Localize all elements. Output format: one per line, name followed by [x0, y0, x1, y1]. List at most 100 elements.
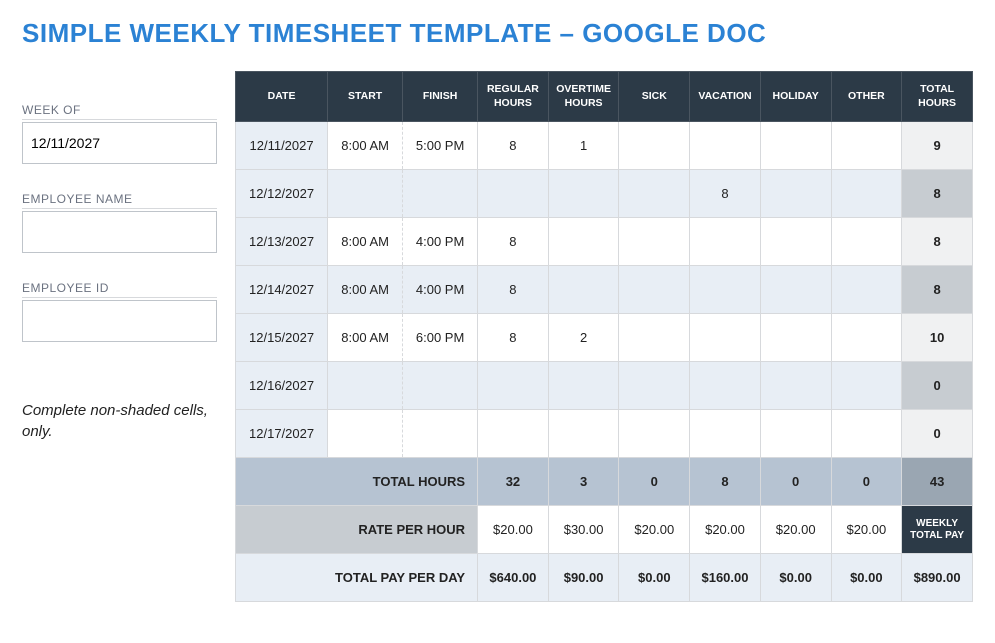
cell-regular[interactable]: 8	[478, 314, 549, 362]
timesheet-table: DATE START FINISH REGULAR HOURS OVERTIME…	[235, 71, 973, 602]
cell-sick[interactable]	[619, 314, 690, 362]
cell-start[interactable]: 8:00 AM	[328, 266, 403, 314]
cell-finish[interactable]: 4:00 PM	[403, 266, 478, 314]
cell-total: 8	[902, 266, 973, 314]
cell-start[interactable]: 8:00 AM	[328, 122, 403, 170]
rate-vacation[interactable]: $20.00	[690, 506, 761, 554]
total-pay-regular: $640.00	[478, 554, 549, 602]
cell-overtime[interactable]	[548, 266, 619, 314]
week-of-label: WEEK OF	[22, 103, 217, 120]
cell-vacation[interactable]	[690, 122, 761, 170]
header-total: TOTAL HOURS	[902, 72, 973, 122]
header-sick: SICK	[619, 72, 690, 122]
cell-total: 8	[902, 170, 973, 218]
cell-total: 0	[902, 362, 973, 410]
week-of-group: WEEK OF	[22, 103, 217, 164]
cell-other[interactable]	[831, 314, 902, 362]
weekly-total-pay-label: WEEKLY TOTAL PAY	[902, 506, 973, 554]
employee-name-input[interactable]	[22, 211, 217, 253]
cell-finish[interactable]: 4:00 PM	[403, 218, 478, 266]
cell-total: 0	[902, 410, 973, 458]
cell-start[interactable]	[328, 410, 403, 458]
total-pay-sick: $0.00	[619, 554, 690, 602]
total-pay-row: TOTAL PAY PER DAY $640.00 $90.00 $0.00 $…	[236, 554, 973, 602]
cell-overtime[interactable]	[548, 218, 619, 266]
cell-finish[interactable]	[403, 170, 478, 218]
cell-sick[interactable]	[619, 362, 690, 410]
table-row: 12/16/2027 0	[236, 362, 973, 410]
cell-overtime[interactable]: 1	[548, 122, 619, 170]
cell-total: 9	[902, 122, 973, 170]
employee-id-input[interactable]	[22, 300, 217, 342]
table-row: 12/12/2027 8 8	[236, 170, 973, 218]
total-pay-label: TOTAL PAY PER DAY	[236, 554, 478, 602]
cell-other[interactable]	[831, 266, 902, 314]
cell-holiday[interactable]	[760, 362, 831, 410]
rate-other[interactable]: $20.00	[831, 506, 902, 554]
cell-start[interactable]: 8:00 AM	[328, 314, 403, 362]
total-pay-other: $0.00	[831, 554, 902, 602]
table-row: 12/13/20278:00 AM4:00 PM88	[236, 218, 973, 266]
cell-regular[interactable]	[478, 410, 549, 458]
cell-vacation[interactable]	[690, 362, 761, 410]
header-overtime: OVERTIME HOURS	[548, 72, 619, 122]
rate-regular[interactable]: $20.00	[478, 506, 549, 554]
cell-vacation[interactable]: 8	[690, 170, 761, 218]
cell-sick[interactable]	[619, 266, 690, 314]
cell-start[interactable]: 8:00 AM	[328, 218, 403, 266]
cell-regular[interactable]	[478, 362, 549, 410]
cell-holiday[interactable]	[760, 410, 831, 458]
rate-holiday[interactable]: $20.00	[760, 506, 831, 554]
cell-other[interactable]	[831, 218, 902, 266]
cell-overtime[interactable]: 2	[548, 314, 619, 362]
cell-holiday[interactable]	[760, 122, 831, 170]
cell-other[interactable]	[831, 122, 902, 170]
table-row: 12/14/20278:00 AM4:00 PM88	[236, 266, 973, 314]
cell-other[interactable]	[831, 362, 902, 410]
rate-sick[interactable]: $20.00	[619, 506, 690, 554]
header-finish: FINISH	[403, 72, 478, 122]
cell-finish[interactable]: 5:00 PM	[403, 122, 478, 170]
cell-other[interactable]	[831, 170, 902, 218]
cell-regular[interactable]: 8	[478, 266, 549, 314]
page-title: SIMPLE WEEKLY TIMESHEET TEMPLATE – GOOGL…	[22, 18, 973, 49]
cell-finish[interactable]	[403, 410, 478, 458]
rate-overtime[interactable]: $30.00	[548, 506, 619, 554]
cell-vacation[interactable]	[690, 314, 761, 362]
cell-sick[interactable]	[619, 170, 690, 218]
week-of-input[interactable]	[22, 122, 217, 164]
cell-sick[interactable]	[619, 410, 690, 458]
table-row: 12/17/20270	[236, 410, 973, 458]
cell-start[interactable]	[328, 170, 403, 218]
cell-start[interactable]	[328, 362, 403, 410]
main-layout: WEEK OF EMPLOYEE NAME EMPLOYEE ID Comple…	[22, 71, 973, 602]
cell-holiday[interactable]	[760, 218, 831, 266]
cell-holiday[interactable]	[760, 314, 831, 362]
total-hours-holiday: 0	[760, 458, 831, 506]
cell-sick[interactable]	[619, 218, 690, 266]
total-hours-overtime: 3	[548, 458, 619, 506]
cell-holiday[interactable]	[760, 170, 831, 218]
total-pay-overtime: $90.00	[548, 554, 619, 602]
cell-finish[interactable]	[403, 362, 478, 410]
cell-vacation[interactable]	[690, 410, 761, 458]
cell-regular[interactable]: 8	[478, 218, 549, 266]
cell-finish[interactable]: 6:00 PM	[403, 314, 478, 362]
cell-vacation[interactable]	[690, 218, 761, 266]
total-hours-vacation: 8	[690, 458, 761, 506]
cell-overtime[interactable]	[548, 170, 619, 218]
cell-sick[interactable]	[619, 122, 690, 170]
cell-regular[interactable]: 8	[478, 122, 549, 170]
table-row: 12/11/20278:00 AM5:00 PM819	[236, 122, 973, 170]
header-other: OTHER	[831, 72, 902, 122]
cell-vacation[interactable]	[690, 266, 761, 314]
cell-regular[interactable]	[478, 170, 549, 218]
cell-overtime[interactable]	[548, 362, 619, 410]
rate-row: RATE PER HOUR $20.00 $30.00 $20.00 $20.0…	[236, 506, 973, 554]
header-holiday: HOLIDAY	[760, 72, 831, 122]
cell-overtime[interactable]	[548, 410, 619, 458]
cell-date: 12/16/2027	[236, 362, 328, 410]
cell-holiday[interactable]	[760, 266, 831, 314]
cell-other[interactable]	[831, 410, 902, 458]
cell-date: 12/12/2027	[236, 170, 328, 218]
